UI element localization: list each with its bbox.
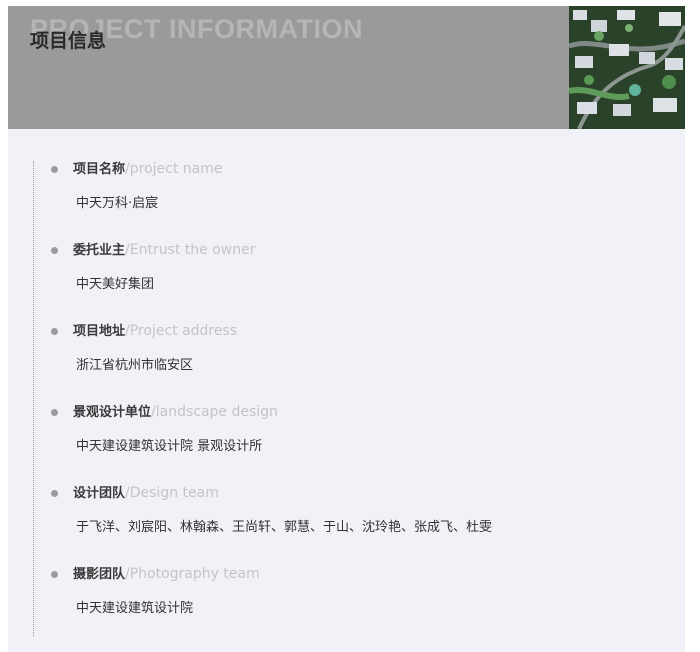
item-label: 委托业主/Entrust the owner bbox=[73, 242, 256, 259]
item-value: 中天万科·启宸 bbox=[76, 196, 159, 211]
item-value: 中天美好集团 bbox=[76, 277, 155, 292]
item-value: 于飞洋、刘宸阳、林翰森、王尚轩、郭慧、于山、沈玲艳、张成飞、杜雯 bbox=[76, 520, 493, 535]
item-value: 浙江省杭州市临安区 bbox=[76, 358, 194, 373]
bullet-icon bbox=[51, 490, 58, 497]
item-label: 摄影团队/Photography team bbox=[73, 566, 260, 583]
item-value: 中天建设建筑设计院 景观设计所 bbox=[76, 439, 263, 454]
item-label: 设计团队/Design team bbox=[73, 485, 219, 502]
item-value: 中天建设建筑设计院 bbox=[76, 601, 194, 616]
item-label-en: /landscape design bbox=[151, 404, 278, 420]
header-banner: PROJECT INFORMATION 项目信息 bbox=[8, 6, 685, 129]
item-label-en: /Photography team bbox=[125, 566, 260, 582]
item-label-zh: 项目地址 bbox=[73, 324, 126, 339]
item-label-zh: 项目名称 bbox=[73, 162, 126, 177]
item-label-zh: 委托业主 bbox=[73, 243, 126, 258]
bullet-icon bbox=[51, 166, 58, 173]
page-title: 项目信息 bbox=[30, 30, 107, 52]
bullet-icon bbox=[51, 328, 58, 335]
timeline-line: 项目名称/project name 中天万科·启宸 委托业主/Entrust t… bbox=[33, 161, 492, 637]
project-info-card: PROJECT INFORMATION 项目信息 项目名称/project na… bbox=[8, 6, 685, 652]
item-label: 项目名称/project name bbox=[73, 161, 222, 178]
bullet-icon bbox=[51, 571, 58, 578]
aerial-photo bbox=[569, 6, 685, 129]
bullet-icon bbox=[51, 247, 58, 254]
bullet-icon bbox=[51, 409, 58, 416]
item-label-zh: 摄影团队 bbox=[73, 567, 126, 582]
item-label-en: /Entrust the owner bbox=[125, 242, 256, 258]
item-label: 项目地址/Project address bbox=[73, 323, 237, 340]
item-label-en: /project name bbox=[125, 161, 223, 177]
item-label-zh: 设计团队 bbox=[73, 486, 126, 501]
item-label-en: /Project address bbox=[125, 323, 238, 339]
item-label-en: /Design team bbox=[125, 485, 219, 501]
item-label-zh: 景观设计单位 bbox=[73, 405, 152, 420]
item-label: 景观设计单位/landscape design bbox=[73, 404, 278, 421]
